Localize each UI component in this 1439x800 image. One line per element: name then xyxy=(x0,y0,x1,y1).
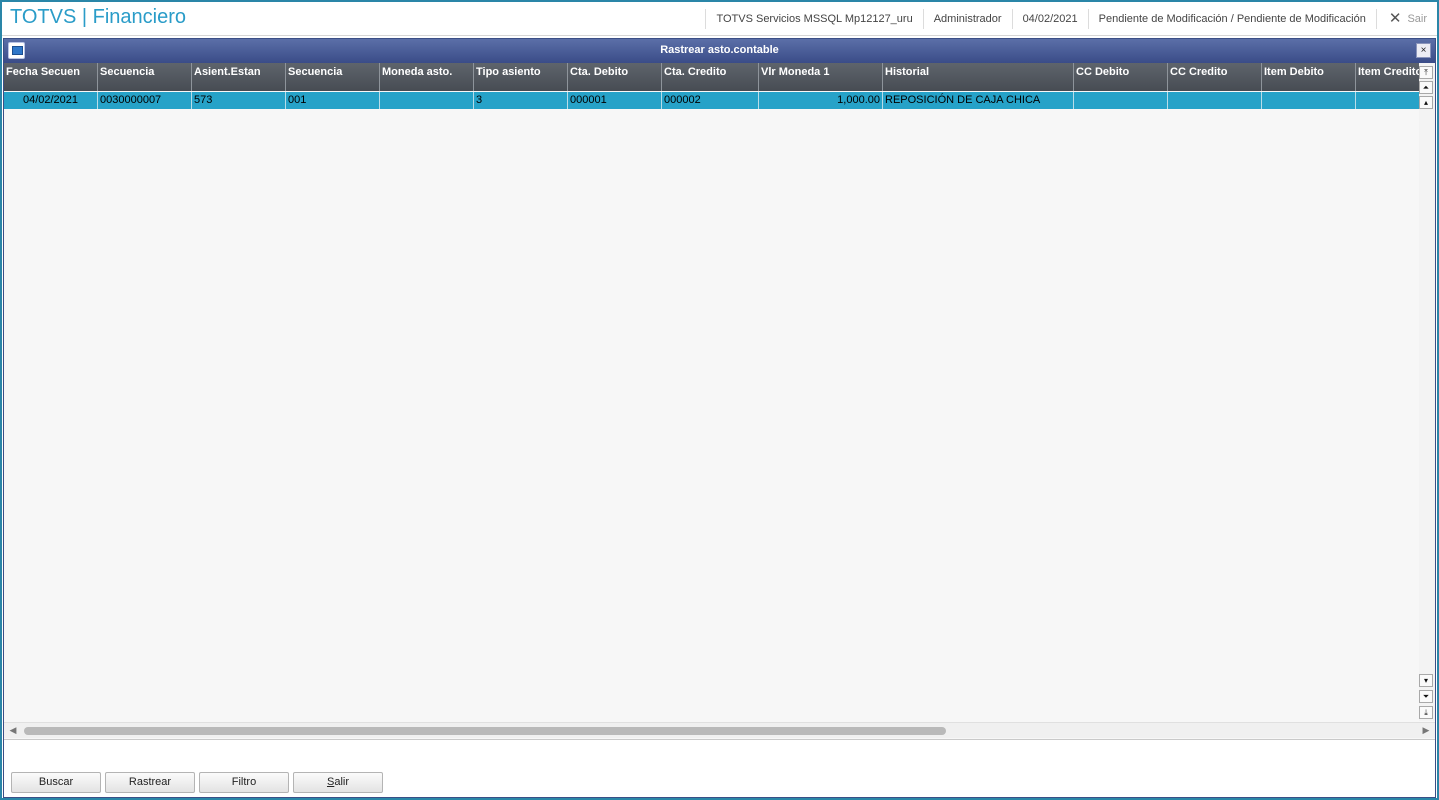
scroll-up-icon[interactable]: ▴ xyxy=(1419,96,1433,109)
column-header-tipo-asiento[interactable]: Tipo asiento xyxy=(474,63,568,91)
scroll-down-icon[interactable]: ▾ xyxy=(1419,674,1433,687)
cell-cc-credito[interactable] xyxy=(1168,92,1262,109)
cell-cta-credito[interactable]: 000002 xyxy=(662,92,759,109)
exit-button[interactable]: ✕ Sair xyxy=(1375,9,1427,29)
page-up-icon[interactable]: ⏶ xyxy=(1419,81,1433,94)
exit-label: Sair xyxy=(1407,13,1427,25)
top-bar: TOTVS | Financiero TOTVS Servicios MSSQL… xyxy=(2,2,1437,36)
scroll-left-icon[interactable]: ◀ xyxy=(7,724,19,736)
cell-secuencia-2[interactable]: 001 xyxy=(286,92,380,109)
dialog-title: Rastrear asto.contable xyxy=(660,44,779,56)
column-header-vlr-moneda-1[interactable]: Vlr Moneda 1 xyxy=(759,63,883,91)
user-label[interactable]: Administrador xyxy=(922,9,1012,29)
date-label[interactable]: 04/02/2021 xyxy=(1011,9,1088,29)
dialog-close-button[interactable]: × xyxy=(1416,43,1431,58)
page-down-icon[interactable]: ⏷ xyxy=(1419,690,1433,703)
horizontal-scrollbar[interactable]: ◀ ▶ xyxy=(4,722,1435,738)
buscar-button[interactable]: Buscar xyxy=(11,772,101,793)
salir-button[interactable]: Salir xyxy=(293,772,383,793)
salir-label-rest: alir xyxy=(334,776,349,788)
environment-label[interactable]: TOTVS Servicios MSSQL Mp12127_uru xyxy=(705,9,922,29)
column-header-fecha-secuen[interactable]: Fecha Secuen xyxy=(4,63,98,91)
app-title: TOTVS | Financiero xyxy=(10,6,186,28)
cell-historial[interactable]: REPOSICIÓN DE CAJA CHICA xyxy=(883,92,1074,109)
status-label[interactable]: Pendiente de Modificación / Pendiente de… xyxy=(1087,9,1376,29)
cell-moneda-asto[interactable] xyxy=(380,92,474,109)
cell-vlr-moneda-1[interactable]: 1,000.00 xyxy=(759,92,883,109)
column-header-item-credito[interactable]: Item Credito xyxy=(1356,63,1419,91)
filtro-button[interactable]: Filtro xyxy=(199,772,289,793)
rastrear-button[interactable]: Rastrear xyxy=(105,772,195,793)
dialog-title-bar: Rastrear asto.contable × xyxy=(4,39,1435,63)
trace-entry-dialog: Rastrear asto.contable × Fecha Secuen Se… xyxy=(3,38,1436,798)
column-header-item-debito[interactable]: Item Debito xyxy=(1262,63,1356,91)
cell-cc-debito[interactable] xyxy=(1074,92,1168,109)
button-bar: Buscar Rastrear Filtro Salir xyxy=(4,739,1435,797)
cell-tipo-asiento[interactable]: 3 xyxy=(474,92,568,109)
column-header-historial[interactable]: Historial xyxy=(883,63,1074,91)
entries-grid: Fecha Secuen Secuencia Asient.Estan Secu… xyxy=(4,63,1419,721)
close-icon: ✕ xyxy=(1388,10,1402,27)
vertical-scrollbar[interactable]: ⤒ ⏶ ▴ ▾ ⏷ ⤓ xyxy=(1419,63,1435,721)
cell-secuencia[interactable]: 0030000007 xyxy=(98,92,192,109)
cell-fecha-secuen[interactable]: 04/02/2021 xyxy=(4,92,98,109)
top-info: TOTVS Servicios MSSQL Mp12127_uru Admini… xyxy=(705,2,1427,36)
column-header-moneda-asto[interactable]: Moneda asto. xyxy=(380,63,474,91)
application-window: TOTVS | Financiero TOTVS Servicios MSSQL… xyxy=(0,0,1439,800)
cell-item-credito[interactable] xyxy=(1356,92,1419,109)
scroll-top-icon[interactable]: ⤒ xyxy=(1419,66,1433,79)
scroll-bottom-icon[interactable]: ⤓ xyxy=(1419,706,1433,719)
column-header-secuencia[interactable]: Secuencia xyxy=(98,63,192,91)
horizontal-scroll-thumb[interactable] xyxy=(24,727,946,735)
column-header-asient-estan[interactable]: Asient.Estan xyxy=(192,63,286,91)
column-header-cta-credito[interactable]: Cta. Credito xyxy=(662,63,759,91)
cell-cta-debito[interactable]: 000001 xyxy=(568,92,662,109)
table-row[interactable]: 04/02/2021 0030000007 573 001 3 000001 0… xyxy=(4,92,1419,109)
column-header-cc-debito[interactable]: CC Debito xyxy=(1074,63,1168,91)
column-header-cta-debito[interactable]: Cta. Debito xyxy=(568,63,662,91)
column-header-cc-credito[interactable]: CC Credito xyxy=(1168,63,1262,91)
column-header-secuencia-2[interactable]: Secuencia xyxy=(286,63,380,91)
grid-header: Fecha Secuen Secuencia Asient.Estan Secu… xyxy=(4,63,1419,91)
cell-item-debito[interactable] xyxy=(1262,92,1356,109)
cell-asient-estan[interactable]: 573 xyxy=(192,92,286,109)
scroll-right-icon[interactable]: ▶ xyxy=(1420,724,1432,736)
